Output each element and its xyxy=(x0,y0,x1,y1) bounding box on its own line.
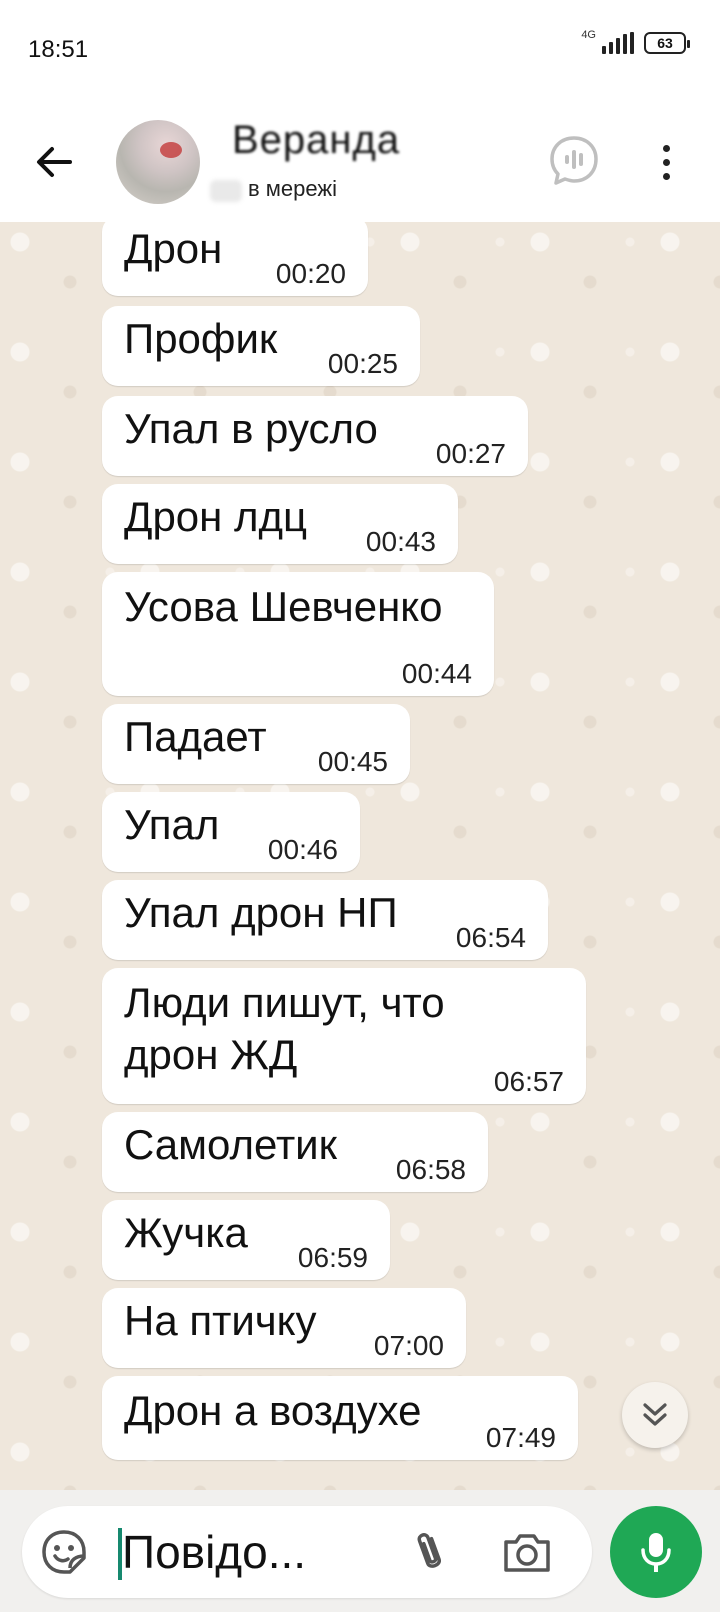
message-time: 00:43 xyxy=(365,526,436,557)
message-time: 00:45 xyxy=(317,746,388,777)
back-button[interactable] xyxy=(30,138,78,186)
message-input[interactable]: Повідо... xyxy=(22,1506,592,1598)
message-bubble[interactable]: Дрон 00:20 xyxy=(102,222,368,296)
message-text: Жучка xyxy=(124,1209,248,1256)
attach-button[interactable] xyxy=(406,1528,454,1576)
message-time: 07:49 xyxy=(485,1422,556,1453)
message-text: Упал в русло xyxy=(124,405,378,452)
message-time: 06:57 xyxy=(493,1066,564,1097)
message-bubble[interactable]: Люди пишут, что дрон ЖД 06:57 xyxy=(102,968,586,1104)
scroll-to-bottom-button[interactable] xyxy=(622,1382,688,1448)
message-text: Люди пишут, что xyxy=(124,979,445,1026)
sticker-icon xyxy=(42,1530,86,1574)
message-bubble[interactable]: Дрон а воздухе 07:49 xyxy=(102,1376,578,1460)
voice-chat-icon xyxy=(550,136,598,185)
message-text: На птичку xyxy=(124,1297,317,1344)
message-bubble[interactable]: Профик 00:25 xyxy=(102,306,420,386)
message-text: Падает xyxy=(124,713,267,760)
message-time: 00:20 xyxy=(275,258,346,289)
contact-status: в мережі xyxy=(248,176,337,201)
message-time: 00:25 xyxy=(327,348,398,379)
message-time: 06:59 xyxy=(297,1242,368,1273)
attach-icon xyxy=(417,1533,441,1568)
message-time: 07:00 xyxy=(373,1330,444,1361)
message-text: Упал дрон НП xyxy=(124,889,398,936)
back-arrow-icon xyxy=(37,147,72,177)
message-bubble[interactable]: Дрон лдц 00:43 xyxy=(102,484,458,564)
message-bubble[interactable]: Жучка 06:59 xyxy=(102,1200,390,1280)
message-time: 00:27 xyxy=(435,438,506,469)
avatar[interactable] xyxy=(116,120,200,204)
battery-level: 63 xyxy=(657,35,673,51)
status-bar: 18:51 4G 63 xyxy=(0,0,720,100)
message-bubble[interactable]: Самолетик 06:58 xyxy=(102,1112,488,1192)
composer-bar: Повідо... xyxy=(0,1490,720,1612)
contact-name[interactable]: Веранда xyxy=(232,118,400,163)
signal-icon xyxy=(602,32,634,54)
message-bubble[interactable]: Усова Шевченко 00:44 xyxy=(102,572,494,696)
mic-button[interactable] xyxy=(610,1506,702,1598)
message-text: Дрон лдц xyxy=(124,493,308,540)
message-time: 06:58 xyxy=(395,1154,466,1185)
message-text: Дрон а воздухе xyxy=(124,1387,422,1434)
redaction xyxy=(210,180,242,202)
message-bubble[interactable]: Упал в русло 00:27 xyxy=(102,396,528,476)
sticker-button[interactable] xyxy=(40,1528,88,1576)
chat-header: Веранда в мережі xyxy=(0,100,720,222)
message-time: 00:46 xyxy=(267,834,338,865)
message-time: 06:54 xyxy=(455,922,526,953)
message-bubble[interactable]: Упал 00:46 xyxy=(102,792,360,872)
message-bubble[interactable]: Упал дрон НП 06:54 xyxy=(102,880,548,960)
status-time: 18:51 xyxy=(28,36,89,63)
message-text: Усова Шевченко xyxy=(124,583,443,630)
more-vert-icon[interactable] xyxy=(654,136,678,188)
voice-chat-button[interactable] xyxy=(548,134,600,186)
message-text: Упал xyxy=(124,801,220,848)
double-chevron-down-icon xyxy=(643,1403,667,1426)
camera-button[interactable] xyxy=(500,1528,554,1576)
message-bubble[interactable]: На птичку 07:00 xyxy=(102,1288,466,1368)
camera-icon xyxy=(504,1534,550,1572)
message-time: 00:44 xyxy=(401,658,472,689)
mic-icon xyxy=(641,1533,671,1572)
message-text: Профик xyxy=(124,315,278,362)
message-text: Дрон xyxy=(124,225,223,272)
message-bubble[interactable]: Падает 00:45 xyxy=(102,704,410,784)
battery-icon: 63 xyxy=(644,32,690,54)
network-type: 4G xyxy=(581,29,596,41)
message-text: Самолетик xyxy=(124,1121,338,1168)
message-input-placeholder: Повідо... xyxy=(122,1526,307,1578)
message-list[interactable]: Дрон 00:20 Профик 00:25 Упал в русло 00:… xyxy=(0,222,720,1490)
status-indicators: 4G 63 xyxy=(581,29,690,54)
message-text-line2: дрон ЖД xyxy=(124,1031,298,1078)
